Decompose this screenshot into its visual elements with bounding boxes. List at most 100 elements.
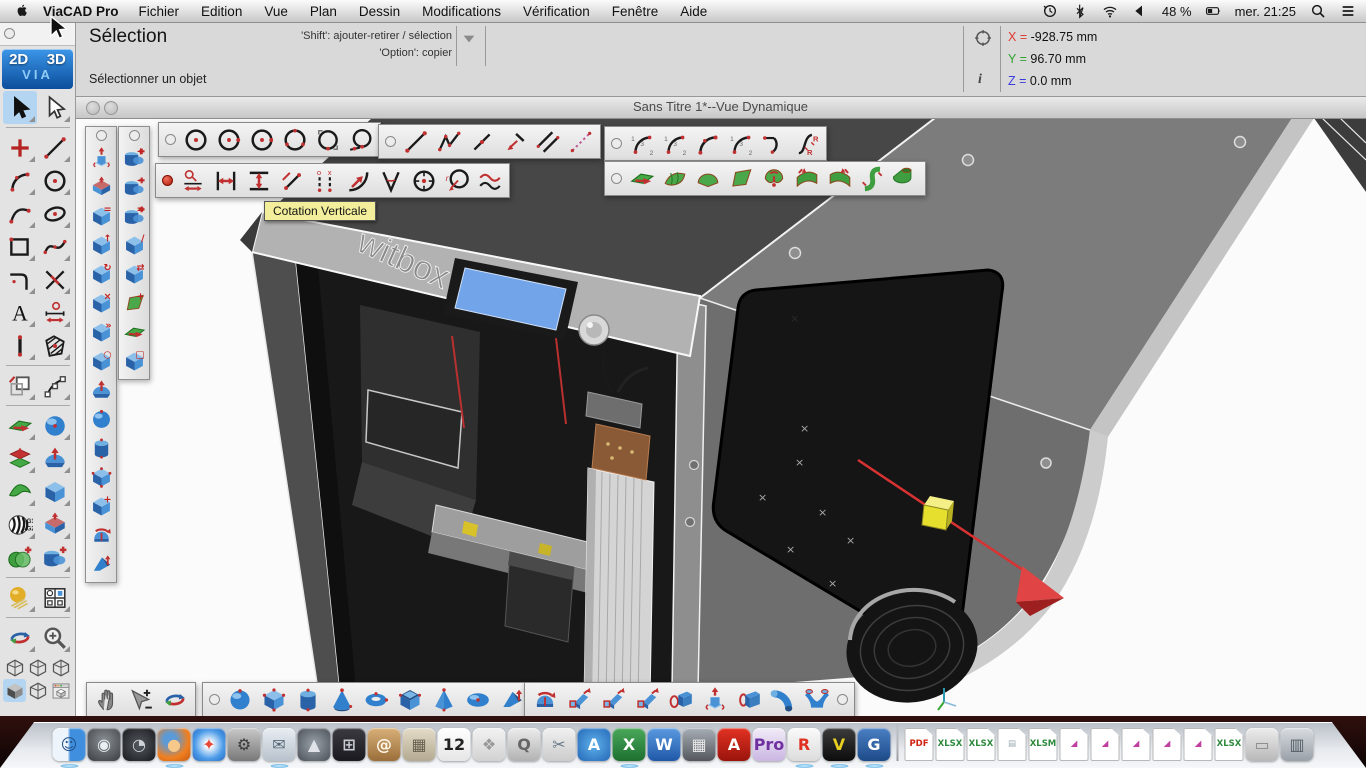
dock-viacad[interactable]: V bbox=[823, 728, 856, 761]
dock-photo-booth[interactable]: ◉ bbox=[88, 728, 121, 761]
line-polyline[interactable] bbox=[432, 126, 465, 157]
ellipse-tool[interactable] bbox=[38, 197, 72, 230]
draft-analysis-tool[interactable] bbox=[38, 508, 72, 541]
surface-net[interactable] bbox=[658, 163, 691, 194]
zoom-view-tool[interactable] bbox=[38, 621, 72, 654]
surface-channel[interactable] bbox=[790, 163, 823, 194]
dock-excel-document-3[interactable]: XLSX bbox=[1215, 728, 1244, 761]
ordinate-dimension[interactable]: ox bbox=[308, 165, 341, 196]
circle-in-square-tangent[interactable] bbox=[344, 124, 377, 155]
solid-cube-tool[interactable] bbox=[38, 475, 72, 508]
circle-tool[interactable] bbox=[38, 164, 72, 197]
mode-3d-button[interactable]: 3D bbox=[40, 49, 73, 68]
dock-pdf-document[interactable]: PDF bbox=[905, 728, 934, 761]
surface-dome[interactable] bbox=[691, 163, 724, 194]
menu-aide[interactable]: Aide bbox=[680, 4, 707, 19]
radius-dimension[interactable]: r bbox=[440, 165, 473, 196]
toolbar-grip[interactable] bbox=[611, 173, 622, 184]
menu-plan[interactable]: Plan bbox=[310, 4, 337, 19]
angle-dimension[interactable] bbox=[374, 165, 407, 196]
dock-contacts[interactable]: @ bbox=[368, 728, 401, 761]
dock-finder[interactable]: ☺ bbox=[53, 728, 86, 761]
dock-firefox[interactable]: ● bbox=[158, 728, 191, 761]
dock-chart-document-3[interactable]: ◢ bbox=[1122, 728, 1151, 761]
extrude-face-tool[interactable] bbox=[87, 144, 115, 173]
toolbar-grip[interactable] bbox=[96, 130, 107, 141]
view-shaded[interactable] bbox=[3, 679, 26, 702]
snap-target-icon[interactable] bbox=[973, 28, 993, 48]
handle-cube[interactable] bbox=[922, 496, 954, 530]
arc-tool[interactable] bbox=[3, 164, 37, 197]
dock-chart-document-2[interactable]: ◢ bbox=[1091, 728, 1120, 761]
curve-tool[interactable] bbox=[3, 197, 37, 230]
render-tool[interactable] bbox=[3, 581, 37, 614]
dimension-tool[interactable] bbox=[38, 296, 72, 329]
line-construction[interactable] bbox=[564, 126, 597, 157]
primitive-cube[interactable] bbox=[257, 684, 291, 715]
surface-funnel[interactable] bbox=[757, 163, 790, 194]
dock-collage[interactable]: ▦ bbox=[403, 728, 436, 761]
menu-verification[interactable]: Vérification bbox=[523, 4, 590, 19]
hatch-tool[interactable] bbox=[38, 329, 72, 362]
primitive-pyramid[interactable] bbox=[427, 684, 461, 715]
dock-adobe-reader[interactable]: A bbox=[718, 728, 751, 761]
remove-face-tool[interactable]: × bbox=[87, 289, 115, 318]
circle-three-points[interactable] bbox=[278, 124, 311, 155]
arc-two-points[interactable]: 123 bbox=[724, 128, 757, 159]
rectangle-tool[interactable] bbox=[3, 230, 37, 263]
primitive-box[interactable] bbox=[393, 684, 427, 715]
thicken-solid-tool[interactable] bbox=[87, 173, 115, 202]
menu-modifications[interactable]: Modifications bbox=[422, 4, 501, 19]
surface-twist[interactable] bbox=[856, 163, 889, 194]
dock-calculator[interactable]: ▦ bbox=[683, 728, 716, 761]
solid-revolve[interactable] bbox=[528, 684, 562, 715]
solid-sphere-tool[interactable] bbox=[87, 405, 115, 434]
select-open-tool[interactable] bbox=[38, 91, 72, 124]
dock-filemaker-pro[interactable]: Pro bbox=[753, 728, 786, 761]
dock-launchpad[interactable]: ▲ bbox=[298, 728, 331, 761]
dock-chart-document-4[interactable]: ◢ bbox=[1153, 728, 1182, 761]
menu-edition[interactable]: Edition bbox=[201, 4, 242, 19]
split-solid-tool[interactable]: ⇄ bbox=[120, 260, 148, 289]
toolbar-grip[interactable] bbox=[129, 130, 140, 141]
match-faces-tool[interactable]: = bbox=[87, 202, 115, 231]
offset-face-tool[interactable]: ↑ bbox=[87, 231, 115, 260]
toolbar-grip-active[interactable] bbox=[162, 175, 173, 186]
cover-planar-tool[interactable] bbox=[120, 318, 148, 347]
menu-fenetre[interactable]: Fenêtre bbox=[612, 4, 659, 19]
boolean-solids-tool[interactable] bbox=[38, 541, 72, 574]
dock-word[interactable]: W bbox=[648, 728, 681, 761]
line-single[interactable] bbox=[399, 126, 432, 157]
vertical-dimension[interactable] bbox=[242, 165, 275, 196]
boolean-subtract-tool[interactable]: − bbox=[120, 173, 148, 202]
orbit-tool[interactable] bbox=[158, 684, 192, 715]
dock-excel[interactable]: X bbox=[613, 728, 646, 761]
extrude-surface-tool[interactable] bbox=[3, 409, 37, 442]
circle-center-point[interactable] bbox=[179, 124, 212, 155]
menu-vue[interactable]: Vue bbox=[264, 4, 288, 19]
solid-extrude-up[interactable] bbox=[698, 684, 732, 715]
wave-annotation[interactable] bbox=[473, 165, 506, 196]
menu-dessin[interactable]: Dessin bbox=[359, 4, 400, 19]
spline-tool[interactable] bbox=[38, 230, 72, 263]
dock-home-design[interactable]: G bbox=[858, 728, 891, 761]
volume-icon[interactable] bbox=[1132, 3, 1149, 20]
primitive-ellipsoid[interactable] bbox=[461, 684, 495, 715]
solid-extrude-1[interactable] bbox=[562, 684, 596, 715]
horizontal-dimension[interactable] bbox=[209, 165, 242, 196]
solid-revolve-tool[interactable] bbox=[87, 521, 115, 550]
dock-dashboard[interactable]: ◔ bbox=[123, 728, 156, 761]
revolve-surface-tool[interactable] bbox=[38, 442, 72, 475]
view-render-preview[interactable] bbox=[49, 679, 72, 702]
view-wireframe[interactable] bbox=[26, 656, 49, 679]
arc-three-points[interactable]: 123 bbox=[625, 128, 658, 159]
apple-menu[interactable] bbox=[12, 3, 29, 20]
dock-chart-document-1[interactable]: ◢ bbox=[1060, 728, 1089, 761]
zebra-analysis-tool[interactable]: G1G2 bbox=[3, 508, 37, 541]
fillet-radius-curve[interactable]: RR bbox=[790, 128, 823, 159]
boolean-curves-tool[interactable] bbox=[3, 541, 37, 574]
zoom-window-tool[interactable] bbox=[124, 684, 158, 715]
shell-solid-tool[interactable]: ○ bbox=[87, 347, 115, 376]
time-machine-icon[interactable] bbox=[1042, 3, 1059, 20]
solid-pipe[interactable] bbox=[732, 684, 766, 715]
